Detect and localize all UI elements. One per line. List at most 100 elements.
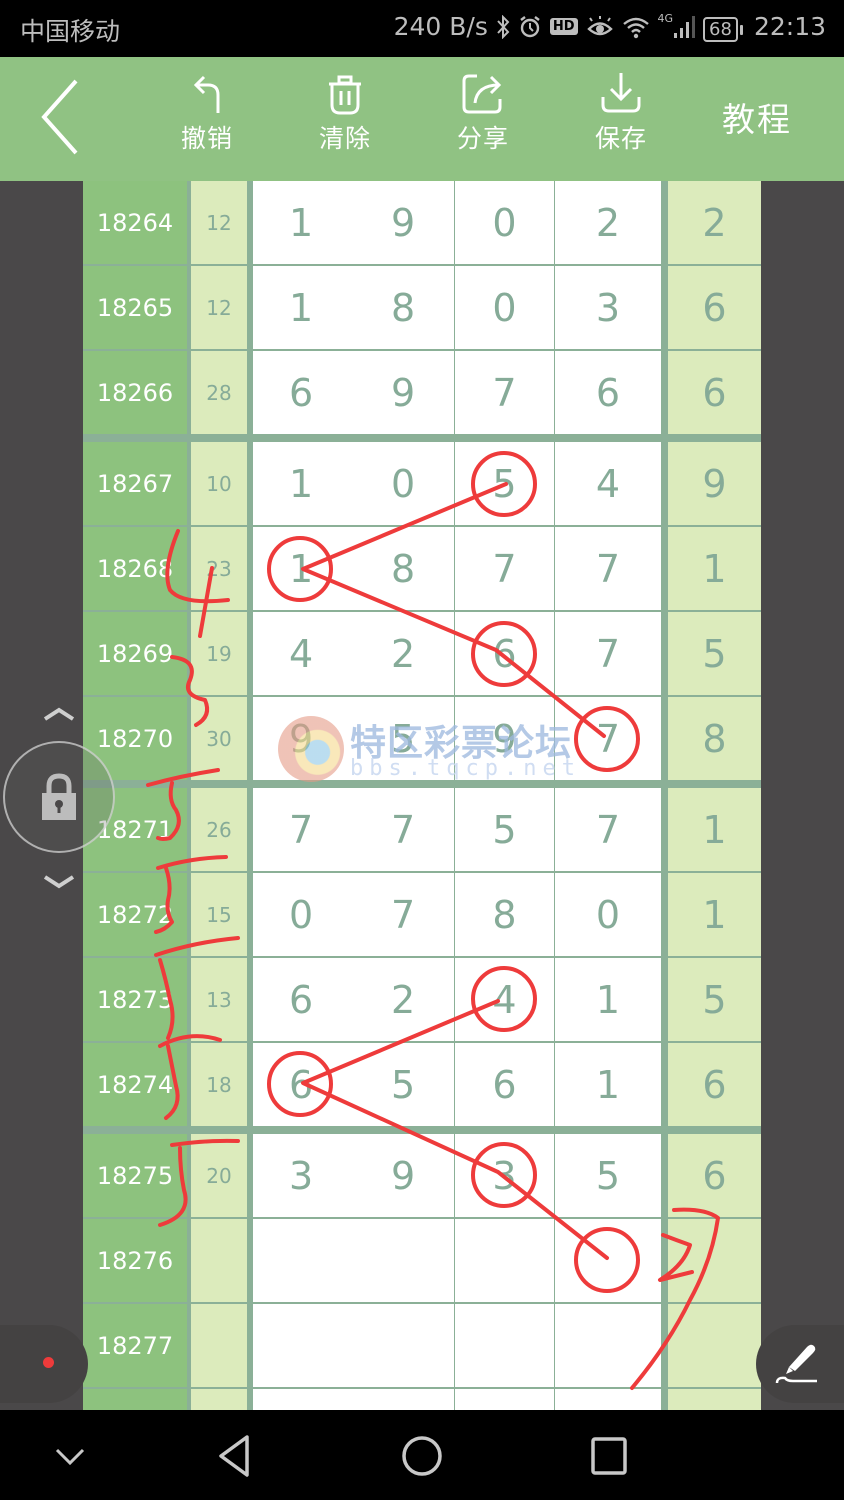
digit-4-cell[interactable]: 0 (555, 873, 661, 956)
scroll-lock-button[interactable] (3, 741, 115, 853)
save-button[interactable]: 保存 (576, 69, 666, 155)
digit-pair-cell[interactable]: 65 (253, 1043, 454, 1126)
chevron-up-icon[interactable] (42, 706, 76, 722)
digit-1: 1 (289, 461, 314, 506)
table-row: 18272 15 0 7 8 0 1 (83, 873, 761, 958)
digit-3-cell[interactable]: 7 (455, 351, 554, 434)
eye-comfort-icon (586, 15, 614, 39)
digit-pair-cell[interactable] (253, 1219, 454, 1302)
digit-pair-cell[interactable]: 10 (253, 442, 454, 525)
digit-pair-cell[interactable]: 18 (253, 527, 454, 610)
issue-number-cell: 18276 (83, 1219, 187, 1302)
digit-2: 5 (391, 1062, 416, 1107)
nav-recents-button[interactable] (579, 1428, 639, 1484)
pen-button[interactable] (756, 1325, 844, 1403)
digit-4-cell[interactable]: 7 (555, 697, 661, 780)
digit-1: 9 (289, 716, 314, 761)
digit-4-cell[interactable]: 7 (555, 527, 661, 610)
digit-3-cell[interactable]: 6 (455, 1043, 554, 1126)
table-row: 18267 10 1 0 5 4 9 (83, 442, 761, 527)
digit-3-cell[interactable]: 5 (455, 788, 554, 871)
digit-pair-cell[interactable]: 62 (253, 958, 454, 1041)
sum-cell (191, 1389, 247, 1410)
share-button[interactable]: 分享 (438, 69, 528, 155)
digit-2: 7 (391, 807, 416, 852)
digit-3-cell[interactable]: 9 (455, 697, 554, 780)
digit-pair-cell[interactable] (253, 1389, 454, 1410)
digit-3-cell[interactable] (455, 1304, 554, 1387)
digit-pair-cell[interactable]: 42 (253, 612, 454, 695)
digit-1: 0 (289, 892, 314, 937)
last-digit-cell: 6 (668, 1043, 761, 1126)
digit-2: 5 (391, 716, 416, 761)
digit-3-cell[interactable] (455, 1219, 554, 1302)
undo-button[interactable]: 撤销 (162, 69, 252, 155)
digit-3-cell[interactable]: 8 (455, 873, 554, 956)
sum-cell: 13 (191, 958, 247, 1041)
chevron-down-icon[interactable] (42, 874, 76, 890)
digit-3-cell[interactable] (455, 1389, 554, 1410)
issue-number-cell: 18266 (83, 351, 187, 434)
digit-3-cell[interactable]: 3 (455, 1134, 554, 1217)
hide-nav-button[interactable] (40, 1428, 100, 1484)
digit-pair-cell[interactable]: 18 (253, 266, 454, 349)
last-digit-cell (668, 1304, 761, 1387)
digit-1: 1 (289, 285, 314, 330)
sum-cell: 26 (191, 788, 247, 871)
back-button[interactable] (36, 77, 96, 157)
issue-number-cell: 18277 (83, 1304, 187, 1387)
clear-label: 清除 (318, 124, 371, 153)
last-digit-cell: 6 (668, 351, 761, 434)
carrier-name: 中国移动 (20, 17, 121, 46)
digit-2: 2 (391, 977, 416, 1022)
share-icon (438, 69, 528, 115)
digit-4-cell[interactable] (555, 1219, 661, 1302)
digit-3-cell[interactable]: 4 (455, 958, 554, 1041)
sum-cell: 18 (191, 1043, 247, 1126)
lock-icon (42, 773, 76, 820)
last-digit-cell: 5 (668, 612, 761, 695)
last-digit-cell: 1 (668, 527, 761, 610)
digit-4-cell[interactable]: 4 (555, 442, 661, 525)
digit-4-cell[interactable]: 7 (555, 788, 661, 871)
nav-home-button[interactable] (392, 1428, 452, 1484)
clear-button[interactable]: 清除 (300, 69, 390, 155)
sum-cell: 28 (191, 351, 247, 434)
digit-2: 8 (391, 285, 416, 330)
nav-back-button[interactable] (205, 1428, 265, 1484)
digit-pair-cell[interactable]: 07 (253, 873, 454, 956)
digit-3-cell[interactable]: 6 (455, 612, 554, 695)
table-row: 18277 (83, 1304, 761, 1389)
digit-4-cell[interactable] (555, 1389, 661, 1410)
digit-1: 1 (289, 200, 314, 245)
digit-pair-cell[interactable] (253, 1304, 454, 1387)
issue-number-cell: 18275 (83, 1134, 187, 1217)
digit-4-cell[interactable]: 7 (555, 612, 661, 695)
digit-pair-cell[interactable]: 19 (253, 181, 454, 264)
tutorial-button[interactable]: 教程 (722, 93, 792, 141)
digit-4-cell[interactable]: 3 (555, 266, 661, 349)
sum-cell: 20 (191, 1134, 247, 1217)
digit-pair-cell[interactable]: 39 (253, 1134, 454, 1217)
digit-4-cell[interactable]: 2 (555, 181, 661, 264)
digit-4-cell[interactable]: 5 (555, 1134, 661, 1217)
digit-2: 9 (391, 1153, 416, 1198)
digit-3-cell[interactable]: 7 (455, 527, 554, 610)
digit-4-cell[interactable] (555, 1304, 661, 1387)
digit-4-cell[interactable]: 6 (555, 351, 661, 434)
network-type: 4G (657, 12, 674, 25)
hide-nav-icon (55, 1448, 85, 1466)
toolbar: 撤销 清除 分享 保存 教程 (0, 57, 844, 181)
digit-4-cell[interactable]: 1 (555, 958, 661, 1041)
digit-pair-cell[interactable]: 77 (253, 788, 454, 871)
digit-3-cell[interactable]: 0 (455, 181, 554, 264)
digit-3-cell[interactable]: 0 (455, 266, 554, 349)
digit-1: 6 (289, 1062, 314, 1107)
digit-pair-cell[interactable]: 95 (253, 697, 454, 780)
digit-3-cell[interactable]: 5 (455, 442, 554, 525)
recents-square-icon (591, 1437, 627, 1475)
table-row: 18274 18 6 5 6 1 6 (83, 1043, 761, 1128)
digit-pair-cell[interactable]: 69 (253, 351, 454, 434)
home-circle-icon (402, 1436, 442, 1476)
digit-4-cell[interactable]: 1 (555, 1043, 661, 1126)
